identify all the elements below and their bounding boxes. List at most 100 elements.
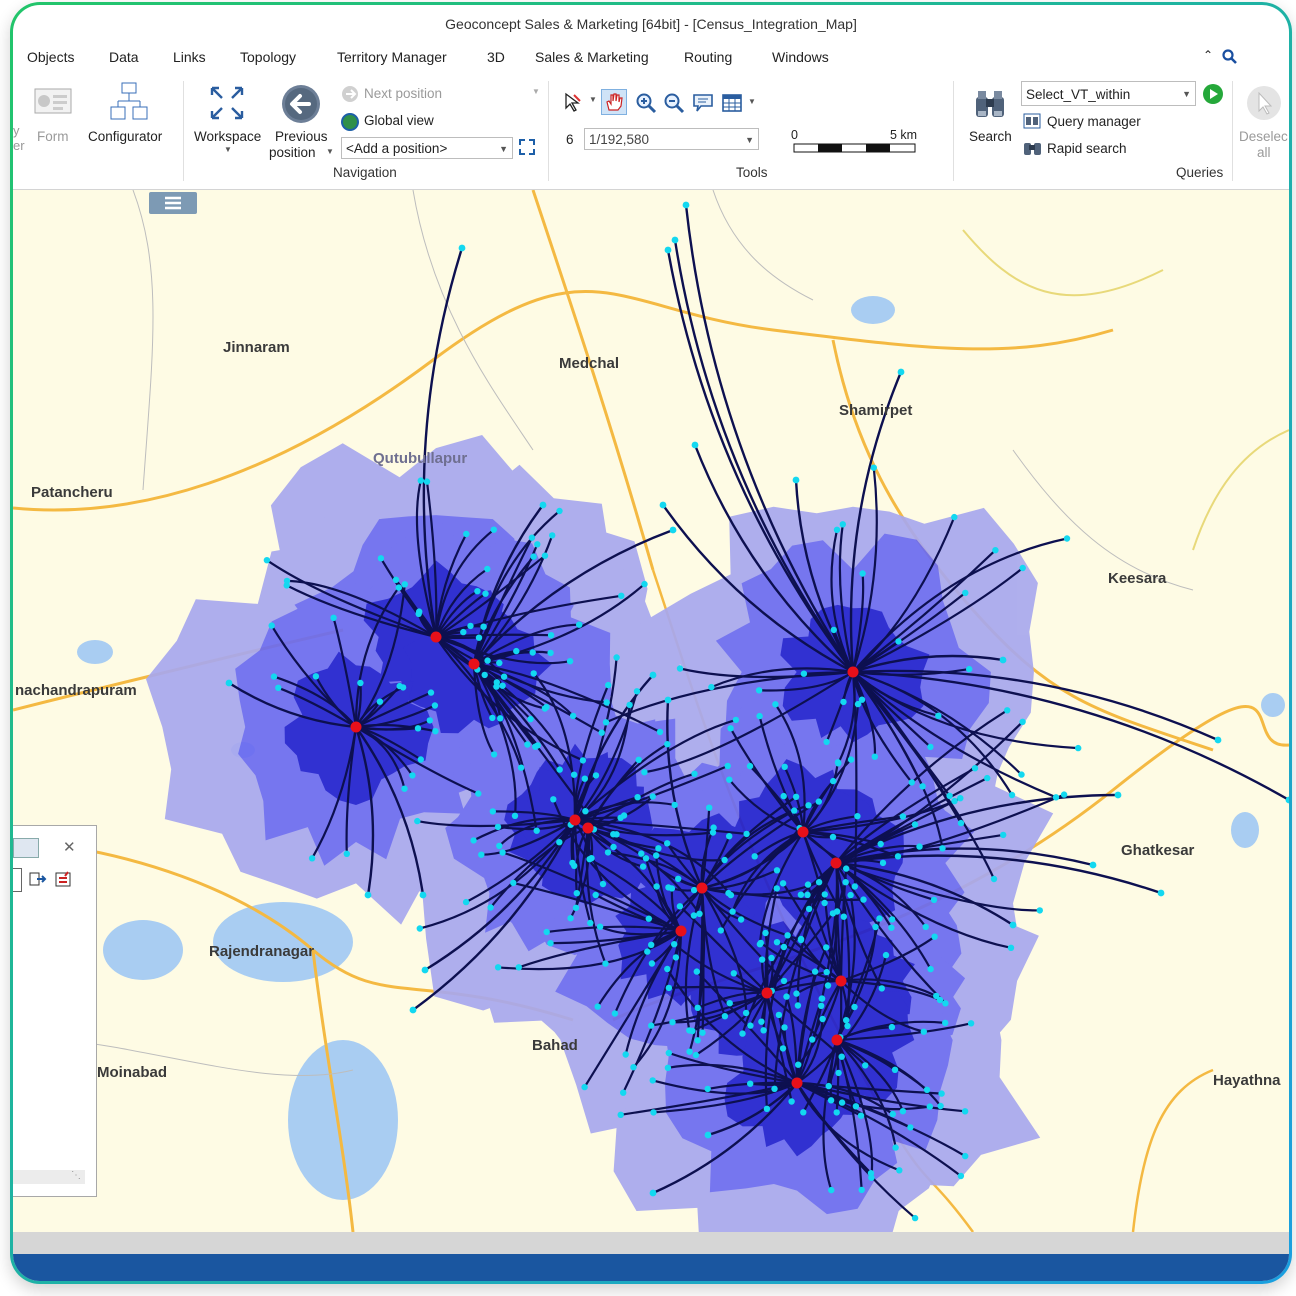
spoke-endpoint — [611, 1010, 619, 1017]
spoke-endpoint — [610, 831, 617, 838]
previous-position-button[interactable] — [280, 83, 322, 125]
spoke-endpoint — [1008, 791, 1016, 799]
back-arrow-icon — [282, 85, 320, 123]
query-select[interactable]: Select_VT_within ▼ — [1021, 81, 1196, 106]
menu-objects[interactable]: Objects — [27, 49, 74, 65]
spoke-endpoint — [800, 1109, 807, 1116]
floating-panel[interactable]: ✕ ⋱ — [13, 825, 97, 1197]
collapse-ribbon-icon[interactable]: ⌃ — [1203, 48, 1213, 62]
spoke-endpoint — [823, 738, 830, 746]
resize-grip-icon[interactable]: ⋱ — [71, 1170, 81, 1181]
water-body — [851, 296, 895, 324]
globe-icon — [341, 113, 359, 131]
scale-select[interactable]: 1/192,580 ▼ — [584, 128, 759, 150]
map-view[interactable]: Jinnaram Medchal Shamirpet Qutubullapur … — [13, 190, 1289, 1232]
spoke-endpoint — [524, 741, 531, 748]
zoom-out-icon[interactable] — [663, 92, 685, 114]
spoke-endpoint — [694, 1004, 701, 1011]
zoom-in-icon[interactable] — [635, 92, 657, 114]
spoke-endpoint — [727, 725, 734, 732]
form-button[interactable] — [33, 85, 73, 117]
spoke-endpoint — [416, 608, 423, 615]
application: Geoconcept Sales & Marketing [64bit] - [… — [13, 5, 1289, 1281]
spoke-endpoint — [409, 772, 416, 779]
navigation-group-label: Navigation — [333, 165, 397, 180]
road — [132, 190, 154, 491]
menu-topology[interactable]: Topology — [240, 49, 296, 65]
menu-data[interactable]: Data — [109, 49, 139, 65]
road — [712, 190, 814, 301]
spoke-endpoint — [626, 701, 633, 709]
spoke-endpoint — [833, 908, 841, 915]
spoke-endpoint — [275, 684, 282, 691]
add-position-select[interactable]: <Add a position> ▼ — [341, 137, 513, 159]
search-button-label[interactable]: Search — [969, 129, 1012, 144]
spoke-endpoint — [1060, 791, 1068, 798]
spoke-endpoint — [547, 940, 554, 947]
previous-dropdown-icon[interactable]: ▼ — [326, 147, 334, 156]
next-dropdown-icon[interactable]: ▼ — [532, 87, 540, 96]
menu-windows[interactable]: Windows — [772, 49, 829, 65]
spoke-endpoint — [927, 743, 934, 751]
configurator-button[interactable] — [109, 81, 149, 123]
tooltip-icon[interactable] — [692, 93, 714, 113]
spoke-endpoint — [726, 833, 733, 840]
query-manager-button[interactable]: Query manager — [1047, 114, 1141, 129]
spoke-endpoint — [263, 557, 271, 564]
chevron-down-icon: ▼ — [499, 144, 508, 154]
spoke-endpoint — [649, 1077, 656, 1084]
spoke-endpoint — [618, 592, 625, 599]
panel-tab[interactable] — [13, 838, 39, 858]
panel-input[interactable] — [13, 868, 22, 892]
binoculars-icon[interactable] — [972, 87, 1008, 121]
deselect-icon[interactable] — [1246, 85, 1282, 121]
export-icon[interactable] — [29, 870, 47, 888]
map-canvas[interactable] — [13, 190, 1289, 1232]
spoke-endpoint — [758, 956, 766, 963]
spoke-endpoint — [957, 819, 965, 827]
water-body — [1231, 812, 1259, 848]
global-view-button[interactable]: Global view — [364, 113, 434, 128]
spoke-endpoint — [676, 903, 684, 910]
spoke-endpoint — [572, 904, 580, 911]
select-tool-icon[interactable] — [562, 91, 584, 113]
spoke-endpoint — [926, 1103, 933, 1110]
table-icon[interactable] — [721, 93, 743, 113]
map-menu-button[interactable] — [149, 192, 197, 214]
road — [13, 290, 1114, 512]
menu-routing[interactable]: Routing — [684, 49, 732, 65]
place-label: nachandrapuram — [15, 682, 137, 699]
workspace-button[interactable] — [209, 85, 245, 121]
spoke-endpoint — [482, 590, 489, 597]
checklist-icon[interactable] — [55, 870, 73, 888]
run-query-icon[interactable] — [1202, 83, 1224, 105]
spoke-endpoint — [961, 1108, 969, 1115]
select-zone-icon[interactable] — [519, 139, 535, 155]
spoke-endpoint — [708, 683, 715, 691]
menu-links[interactable]: Links — [173, 49, 206, 65]
rapid-search-button[interactable]: Rapid search — [1047, 141, 1127, 156]
spoke-endpoint — [533, 827, 540, 834]
spoke-endpoint — [668, 885, 676, 892]
spoke-endpoint — [755, 687, 763, 694]
menu-3d[interactable]: 3D — [487, 49, 505, 65]
deselect-label-1[interactable]: Deselec — [1239, 129, 1288, 144]
spoke-endpoint — [908, 779, 915, 786]
spoke-endpoint — [490, 751, 498, 758]
table-dropdown-icon[interactable]: ▼ — [748, 97, 756, 106]
select-tool-dropdown-icon[interactable]: ▼ — [589, 95, 597, 104]
spoke-endpoint — [1063, 535, 1071, 542]
next-position-button[interactable]: Next position — [364, 86, 442, 101]
menu-sales-marketing[interactable]: Sales & Marketing — [535, 49, 649, 65]
menu-territory-manager[interactable]: Territory Manager — [337, 49, 447, 65]
spoke-endpoint — [645, 915, 652, 922]
pan-tool-button[interactable] — [601, 89, 627, 115]
scale-bar — [793, 143, 916, 153]
spoke-endpoint — [721, 1013, 729, 1020]
spoke-endpoint — [854, 813, 861, 820]
workspace-dropdown-icon[interactable]: ▼ — [224, 145, 232, 154]
close-icon[interactable]: ✕ — [63, 838, 76, 856]
spoke-endpoint — [821, 891, 828, 898]
spoke-endpoint — [499, 849, 506, 856]
search-icon[interactable] — [1222, 49, 1238, 65]
